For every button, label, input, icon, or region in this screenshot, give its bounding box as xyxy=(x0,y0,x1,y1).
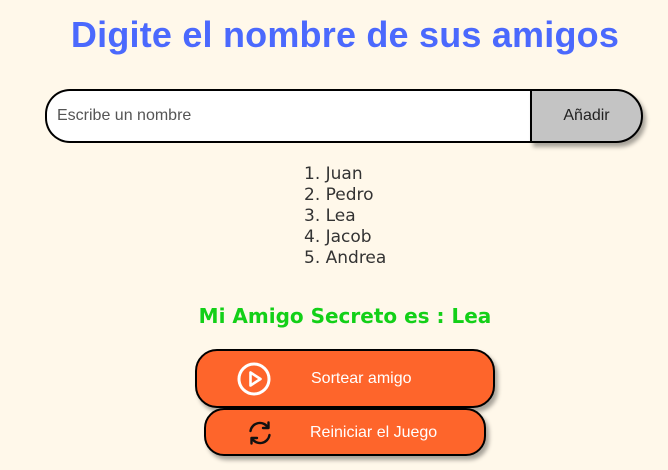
reset-game-label: Reiniciar el Juego xyxy=(310,424,438,441)
friends-list: 1. Juan 2. Pedro 3. Lea 4. Jacob 5. Andr… xyxy=(304,164,386,269)
play-circle-icon xyxy=(237,362,271,396)
reset-game-button[interactable]: Reiniciar el Juego xyxy=(204,408,486,456)
list-item: 1. Juan xyxy=(304,164,363,184)
page-title: Digite el nombre de sus amigos xyxy=(70,14,620,55)
list-item: 3. Lea xyxy=(304,206,356,226)
add-button[interactable]: Añadir xyxy=(530,89,643,143)
draw-friend-button[interactable]: Sortear amigo xyxy=(195,349,495,408)
list-item: 2. Pedro xyxy=(304,185,374,205)
list-item: 5. Andrea xyxy=(304,248,387,268)
list-item: 4. Jacob xyxy=(304,227,372,247)
draw-friend-label: Sortear amigo xyxy=(311,370,412,387)
refresh-icon xyxy=(249,421,271,445)
name-input-group: Añadir xyxy=(45,89,645,143)
secret-friend-result: Mi Amigo Secreto es : Lea xyxy=(198,304,492,328)
name-input[interactable] xyxy=(45,89,546,143)
